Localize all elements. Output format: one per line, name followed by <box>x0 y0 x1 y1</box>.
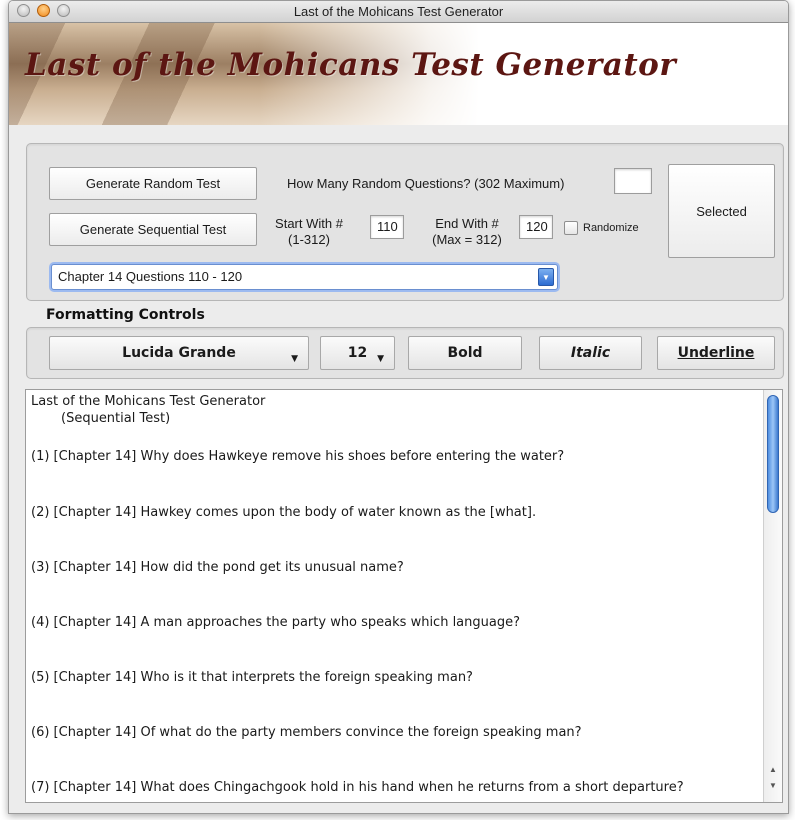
start-number-input[interactable]: 110 <box>370 215 404 239</box>
question-item: (3) [Chapter 14] How did the pond get it… <box>31 560 404 575</box>
question-item: (1) [Chapter 14] Why does Hawkeye remove… <box>31 449 565 464</box>
banner-title: Last of the Mohicans Test Generator <box>25 47 677 83</box>
end-number-input[interactable]: 120 <box>519 215 553 239</box>
selected-button[interactable]: Selected <box>668 164 775 258</box>
question-item: (2) [Chapter 14] Hawkey comes upon the b… <box>31 505 537 520</box>
start-with-text: Start With # <box>275 216 343 231</box>
generate-random-test-button[interactable]: Generate Random Test <box>49 167 257 200</box>
chapter-select-value: Chapter 14 Questions 110 - 120 <box>58 269 243 284</box>
font-size-dropdown[interactable]: 12 ▼ <box>320 336 395 370</box>
randomize-label: Randomize <box>583 222 639 234</box>
question-item: (6) [Chapter 14] Of what do the party me… <box>31 725 582 740</box>
document-subtitle: (Sequential Test) <box>61 411 171 426</box>
test-output-textarea[interactable]: Last of the Mohicans Test Generator (Seq… <box>25 389 783 803</box>
chapter-select[interactable]: Chapter 14 Questions 110 - 120 ▼ <box>51 264 558 290</box>
test-document: Last of the Mohicans Test Generator (Seq… <box>31 394 758 795</box>
scroll-up-icon[interactable]: ▲ <box>764 762 782 776</box>
window-title: Last of the Mohicans Test Generator <box>293 4 504 19</box>
document-title: Last of the Mohicans Test Generator <box>31 394 266 409</box>
scrollbar-thumb[interactable] <box>767 395 779 513</box>
scroll-down-icon[interactable]: ▼ <box>764 778 782 792</box>
title-bar: Last of the Mohicans Test Generator <box>9 1 788 23</box>
question-item: (5) [Chapter 14] Who is it that interpre… <box>31 670 473 685</box>
chevron-down-icon: ▼ <box>291 354 298 364</box>
font-size-value: 12 <box>347 345 368 361</box>
formatting-panel: Lucida Grande ▼ 12 ▼ Bold Italic Underli… <box>26 327 784 379</box>
randomize-checkbox[interactable] <box>564 221 578 235</box>
vertical-scrollbar[interactable]: ▲ ▼ <box>763 390 782 802</box>
start-with-label: Start With # (1-312) <box>269 216 349 248</box>
end-with-hint: (Max = 312) <box>432 232 502 247</box>
end-with-label: End With # (Max = 312) <box>421 216 513 248</box>
bold-button[interactable]: Bold <box>408 336 522 370</box>
random-questions-label: How Many Random Questions? (302 Maximum) <box>287 176 565 191</box>
question-item: (7) [Chapter 14] What does Chingachgook … <box>31 780 684 795</box>
formatting-controls-title: Formatting Controls <box>46 307 205 323</box>
generation-panel: Generate Random Test How Many Random Que… <box>26 143 784 301</box>
random-count-input[interactable] <box>614 168 652 194</box>
chevron-down-icon: ▼ <box>538 268 554 286</box>
start-with-hint: (1-312) <box>288 232 330 247</box>
app-window: Last of the Mohicans Test Generator Last… <box>8 0 789 814</box>
question-item: (4) [Chapter 14] A man approaches the pa… <box>31 615 520 630</box>
generate-sequential-test-button[interactable]: Generate Sequential Test <box>49 213 257 246</box>
banner: Last of the Mohicans Test Generator <box>9 23 788 125</box>
chevron-down-icon: ▼ <box>377 354 384 364</box>
italic-button[interactable]: Italic <box>539 336 642 370</box>
underline-button[interactable]: Underline <box>657 336 775 370</box>
font-family-value: Lucida Grande <box>122 345 236 361</box>
end-with-text: End With # <box>435 216 499 231</box>
font-family-dropdown[interactable]: Lucida Grande ▼ <box>49 336 309 370</box>
